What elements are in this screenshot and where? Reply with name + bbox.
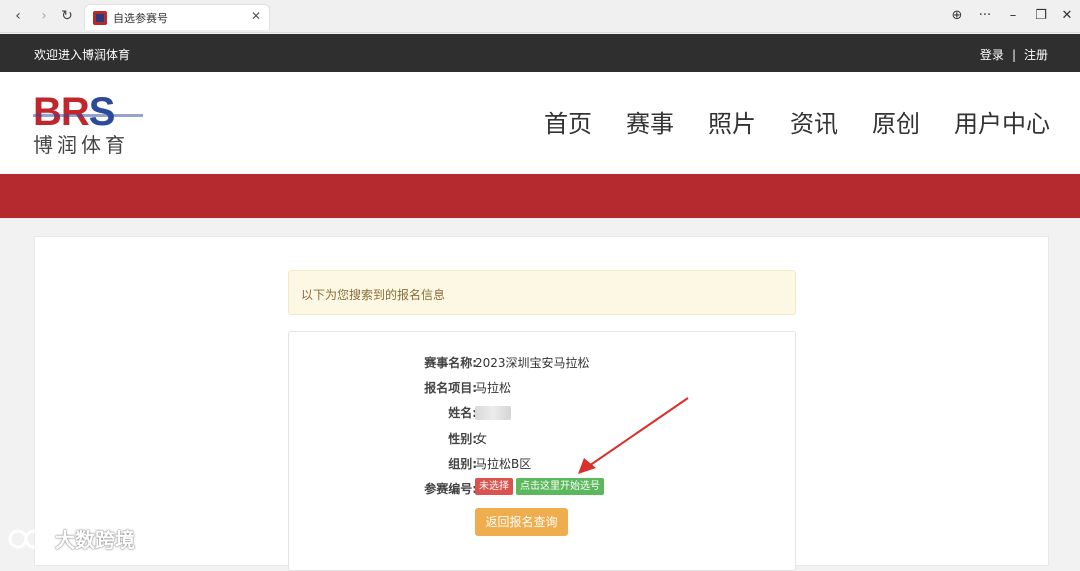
name-value-redacted [475, 406, 511, 420]
arrow-shaft [585, 397, 689, 469]
tab-title: 自选参赛号 [113, 12, 168, 25]
annotation-arrow [578, 397, 689, 474]
item-row: 报名项目: 马拉松 [289, 379, 797, 399]
nav-user-center[interactable]: 用户中心 [954, 108, 1050, 140]
welcome-text: 欢迎进入博润体育 [34, 48, 131, 62]
more-icon[interactable]: ··· [975, 6, 995, 26]
event-value: 2023深圳宝安马拉松 [475, 356, 590, 370]
red-banner [0, 174, 1080, 218]
watermark: 大数跨境 [8, 524, 148, 554]
return-query-button[interactable]: 返回报名查询 [475, 508, 568, 536]
event-row: 赛事名称: 2023深圳宝安马拉松 [289, 354, 797, 374]
logo-swoosh [33, 114, 143, 117]
group-row: 组别: 马拉松B区 [289, 455, 797, 475]
globe-icon[interactable]: ⊕ [947, 6, 967, 26]
gender-label: 性别: [448, 432, 477, 446]
auth-links: 登录 | 注册 [980, 46, 1048, 63]
auth-separator: | [1011, 48, 1016, 62]
name-row: 姓名: [289, 404, 797, 424]
bib-status-badge: 未选择 [475, 478, 513, 495]
minimize-icon[interactable]: – [1003, 6, 1023, 26]
select-bib-button[interactable]: 点击这里开始选号 [516, 478, 604, 495]
back-icon[interactable]: ‹ [8, 6, 28, 26]
nav-original[interactable]: 原创 [872, 108, 920, 140]
site-header: BRS 博润体育 首页 赛事 照片 资讯 原创 用户中心 [0, 72, 1080, 174]
group-value: 马拉松B区 [475, 457, 532, 471]
nav-photos[interactable]: 照片 [708, 108, 756, 140]
nav-events[interactable]: 赛事 [626, 108, 674, 140]
logo-letters: BRS [33, 90, 115, 134]
site-topbar: 欢迎进入博润体育 登录 | 注册 [0, 34, 1080, 72]
item-label: 报名项目: [424, 381, 477, 395]
window-close-icon[interactable]: ✕ [1057, 6, 1077, 26]
nav-home[interactable]: 首页 [544, 108, 592, 140]
event-label: 赛事名称: [424, 356, 477, 370]
group-label: 组别: [448, 457, 477, 471]
forward-icon[interactable]: › [34, 6, 54, 26]
item-value: 马拉松 [475, 381, 512, 395]
brand-logo[interactable]: BRS 博润体育 [33, 92, 153, 156]
main-nav: 首页 赛事 照片 资讯 原创 用户中心 [510, 108, 1050, 140]
restore-icon[interactable]: ❐ [1031, 6, 1051, 26]
browser-toolbar: ‹ › ↻ 自选参赛号 ✕ ⊕ ··· – ❐ ✕ [0, 0, 1080, 33]
watermark-logo-icon [8, 529, 44, 548]
watermark-text: 大数跨境 [54, 528, 135, 552]
bib-row: 参赛编号: 未选择 点击这里开始选号 [289, 478, 797, 500]
registration-info-panel: 赛事名称: 2023深圳宝安马拉松 报名项目: 马拉松 姓名: 性别: 女 组别… [288, 331, 796, 571]
arrow-head [578, 458, 596, 474]
register-link[interactable]: 注册 [1024, 48, 1048, 62]
login-link[interactable]: 登录 [980, 48, 1004, 62]
close-icon[interactable]: ✕ [251, 9, 261, 23]
alert-text: 以下为您搜索到的报名信息 [301, 288, 446, 302]
browser-tab[interactable]: 自选参赛号 ✕ [84, 4, 270, 30]
nav-news[interactable]: 资讯 [790, 108, 838, 140]
bib-label: 参赛编号: [424, 482, 477, 496]
reload-icon[interactable]: ↻ [57, 6, 77, 26]
logo-cn-text: 博润体育 [33, 133, 129, 157]
content-area: 以下为您搜索到的报名信息 赛事名称: 2023深圳宝安马拉松 报名项目: 马拉松… [34, 236, 1049, 571]
gender-value: 女 [475, 432, 488, 446]
bib-value: 未选择 点击这里开始选号 [475, 478, 604, 495]
search-result-alert: 以下为您搜索到的报名信息 [288, 270, 796, 315]
name-label: 姓名: [448, 406, 477, 420]
gender-row: 性别: 女 [289, 430, 797, 450]
favicon-icon [93, 11, 107, 25]
